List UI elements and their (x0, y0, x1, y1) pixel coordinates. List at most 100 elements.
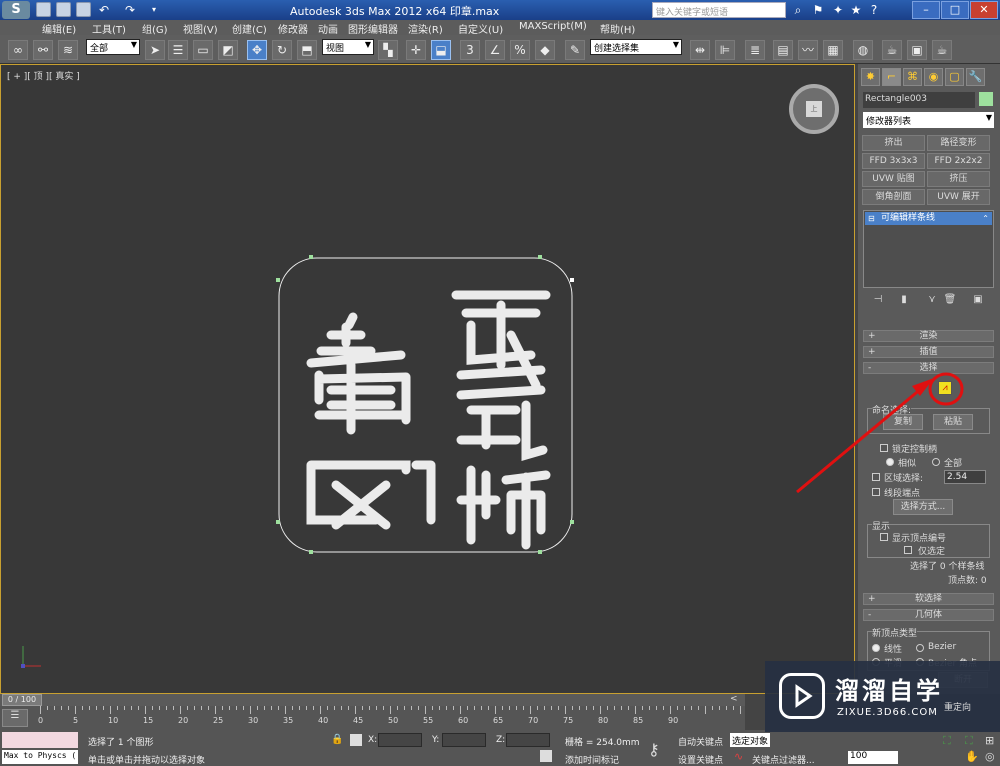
spinner-snap-icon[interactable]: ◆ (535, 40, 555, 60)
ref-coord-dropdown[interactable]: 视图 ▼ (322, 39, 374, 55)
link-icon[interactable]: ∞ (8, 40, 28, 60)
zoom-all-icon[interactable]: ⛶ (965, 734, 973, 748)
snap-toggle-icon[interactable]: 3 (460, 40, 480, 60)
render-production-icon[interactable]: ☕ (932, 40, 952, 60)
next-frame-icon[interactable]: < (730, 694, 738, 704)
key-icon[interactable]: ⚷ (648, 740, 660, 759)
remove-modifier-icon[interactable]: 🗑 (942, 294, 958, 310)
undo-icon[interactable]: ↶ (96, 2, 112, 18)
modifier-btn-ffd222[interactable]: FFD 2x2x2 (927, 153, 990, 169)
x-coordinate-field[interactable] (378, 733, 422, 747)
select-manipulate-icon[interactable]: ✛ (406, 40, 426, 60)
lock-handles-checkbox[interactable] (880, 444, 888, 452)
track-bar[interactable]: ☰ 0 5 10 15 20 25 30 35 40 45 50 55 60 65 70 75 80 85 90 (0, 706, 745, 730)
expand-icon[interactable]: ⊟ (868, 212, 875, 225)
search-input[interactable]: 键入关键字或短语 (652, 2, 786, 18)
minimize-button[interactable]: – (912, 1, 940, 19)
rendered-frame-icon[interactable]: ▣ (907, 40, 927, 60)
copy-button[interactable]: 复制 (883, 414, 923, 430)
menu-group[interactable]: 组(G) (142, 21, 168, 36)
absolute-mode-icon[interactable] (350, 734, 362, 746)
time-slider[interactable]: 0 / 100 < (0, 694, 745, 706)
favorites-icon[interactable]: ★ (848, 2, 864, 18)
modifier-list-dropdown[interactable]: 修改器列表 ▼ (863, 112, 994, 128)
save-file-icon[interactable] (76, 2, 91, 17)
z-coordinate-field[interactable] (506, 733, 550, 747)
modifier-btn-squeeze[interactable]: 挤压 (927, 171, 990, 187)
viewcube-face[interactable]: 上 (806, 101, 822, 117)
maximize-button[interactable]: □ (941, 1, 969, 19)
menu-rendering[interactable]: 渲染(R) (408, 21, 443, 36)
redo-icon[interactable]: ↷ (122, 2, 138, 18)
utilities-tab-icon[interactable]: 🔧 (966, 68, 985, 86)
select-arrow-icon[interactable]: ➤ (145, 40, 165, 60)
menu-views[interactable]: 视图(V) (183, 21, 218, 36)
set-key-button[interactable]: 设置关键点 (678, 753, 723, 766)
stack-item-editable-spline[interactable]: ⊟ 可编辑样条线 ⌃ (865, 212, 992, 225)
app-logo-icon[interactable]: S (2, 1, 30, 19)
move-icon[interactable]: ✥ (247, 40, 267, 60)
configure-sets-icon[interactable]: ▣ (970, 294, 986, 310)
key-filter-icon[interactable]: ∿ (734, 750, 743, 763)
vertex-subobject-icon[interactable]: ⩘ (938, 381, 952, 395)
add-time-tag-label[interactable]: 添加时间标记 (565, 753, 619, 766)
menu-help[interactable]: 帮助(H) (600, 21, 635, 36)
close-button[interactable]: ✕ (970, 1, 998, 19)
area-selection-checkbox[interactable] (872, 473, 880, 481)
selected-object-dropdown[interactable]: 选定对象 (730, 733, 770, 747)
pan-view-icon[interactable]: ✋ (965, 750, 979, 763)
linear-radio[interactable] (872, 644, 880, 652)
rollout-soft-selection[interactable]: + 软选择 (863, 593, 994, 605)
edit-named-selection-icon[interactable]: ✎ (565, 40, 585, 60)
percent-snap-icon[interactable]: % (510, 40, 530, 60)
modifier-btn-bevel-profile[interactable]: 倒角剖面 (862, 189, 925, 205)
make-unique-icon[interactable]: ⋎ (924, 294, 940, 310)
motion-tab-icon[interactable]: ◉ (924, 68, 943, 86)
schematic-view-icon[interactable]: ▦ (823, 40, 843, 60)
select-by-name-icon[interactable]: ☰ (168, 40, 188, 60)
rollout-geometry[interactable]: - 几何体 (863, 609, 994, 621)
help-icon[interactable]: ? (866, 2, 882, 18)
menu-animation[interactable]: 动画 (318, 21, 338, 36)
hierarchy-tab-icon[interactable]: ⌘ (903, 68, 922, 86)
pin-stack-icon[interactable]: ⊣ (870, 294, 886, 310)
modify-tab-icon[interactable]: ⌐ (882, 68, 901, 86)
object-name-field[interactable]: Rectangle003 (863, 92, 975, 108)
mini-curve-editor-icon[interactable]: ☰ (2, 709, 28, 727)
object-color-swatch[interactable] (979, 92, 993, 106)
bind-space-warp-icon[interactable]: ≋ (58, 40, 78, 60)
layer-manager-icon[interactable]: ≣ (745, 40, 765, 60)
modifier-btn-unwrap-uvw[interactable]: UVW 展开 (927, 189, 990, 205)
material-editor-icon[interactable]: ◍ (853, 40, 873, 60)
menu-edit[interactable]: 编辑(E) (42, 21, 76, 36)
paste-button[interactable]: 粘贴 (933, 414, 973, 430)
show-vertex-numbers-checkbox[interactable] (880, 533, 888, 541)
menu-maxscript[interactable]: MAXScript(M) (519, 21, 587, 32)
menu-graph-editors[interactable]: 图形编辑器 (348, 21, 398, 36)
maxscript-output[interactable]: Max to Physcs ( (2, 750, 78, 764)
orbit-icon[interactable]: ◎ (985, 750, 995, 763)
show-end-result-icon[interactable]: ▮ (896, 294, 912, 310)
curve-editor-icon[interactable]: 〰 (798, 40, 818, 60)
graphite-toolbar-icon[interactable]: ▤ (773, 40, 793, 60)
zoom-region-icon[interactable]: ⊞ (985, 734, 994, 747)
keyboard-shortcut-icon[interactable]: ⬓ (431, 40, 451, 60)
frame-spinner[interactable]: 100 (848, 751, 898, 764)
subscription-icon[interactable]: ⚑ (810, 2, 826, 18)
selection-filter-dropdown[interactable]: 全部 ▼ (86, 39, 140, 55)
menu-customize[interactable]: 自定义(U) (458, 21, 503, 36)
modifier-btn-uvw-map[interactable]: UVW 贴图 (862, 171, 925, 187)
pivot-center-icon[interactable]: ▚ (378, 40, 398, 60)
segment-end-checkbox[interactable] (872, 488, 880, 496)
viewport-label[interactable]: [ + ][ 顶 ][ 真实 ] (7, 69, 80, 82)
y-coordinate-field[interactable] (442, 733, 486, 747)
scale-icon[interactable]: ⬒ (297, 40, 317, 60)
window-crossing-icon[interactable]: ◩ (218, 40, 238, 60)
chevron-up-icon[interactable]: ⌃ (982, 212, 989, 225)
lock-selection-icon[interactable]: 🔒 (331, 734, 343, 745)
zoom-extents-icon[interactable]: ⛶ (943, 734, 951, 748)
only-selected-checkbox[interactable] (904, 546, 912, 554)
all-radio[interactable] (932, 458, 940, 466)
open-file-icon[interactable] (56, 2, 71, 17)
bezier-radio[interactable] (916, 644, 924, 652)
